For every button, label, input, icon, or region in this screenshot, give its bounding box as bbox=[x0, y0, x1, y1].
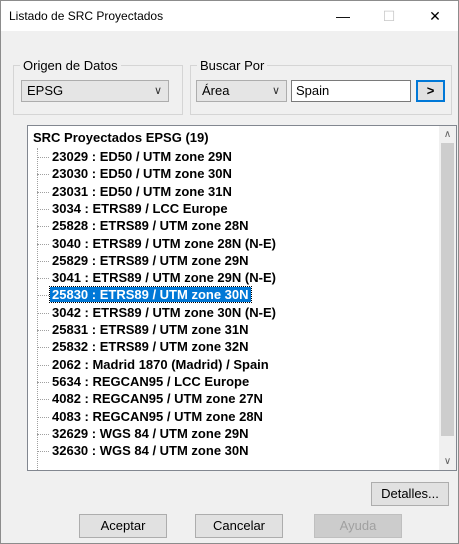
tree-item[interactable]: 3042 : ETRS89 / UTM zone 30N (N-E) bbox=[37, 304, 278, 321]
origen-select[interactable]: EPSG ∨ bbox=[21, 80, 169, 102]
tree-branch-line bbox=[37, 191, 49, 193]
tree-item[interactable]: 3034 : ETRS89 / LCC Europe bbox=[37, 200, 230, 217]
chevron-down-icon: ∨ bbox=[153, 85, 162, 97]
detalles-label: Detalles... bbox=[381, 486, 439, 501]
minimize-icon: — bbox=[336, 8, 350, 24]
search-input[interactable]: Spain bbox=[291, 80, 411, 102]
buscar-legend: Buscar Por bbox=[197, 58, 268, 73]
search-button-label: > bbox=[426, 83, 435, 98]
tree-item[interactable]: 32630 : WGS 84 / UTM zone 30N bbox=[37, 442, 251, 459]
tree-branch-line bbox=[37, 416, 49, 418]
tree-item-label: 25832 : ETRS89 / UTM zone 32N bbox=[52, 339, 249, 355]
tree-branch-line bbox=[37, 381, 49, 383]
tree-item-label: 4082 : REGCAN95 / UTM zone 27N bbox=[52, 391, 263, 407]
tree-branch-line bbox=[37, 208, 49, 210]
tree-item[interactable]: 5634 : REGCAN95 / LCC Europe bbox=[37, 373, 251, 390]
aceptar-button[interactable]: Aceptar bbox=[79, 514, 167, 538]
tree-branch-line bbox=[37, 157, 49, 159]
tree-root-label: SRC Proyectados EPSG (19) bbox=[33, 130, 209, 145]
tree-branch-line bbox=[37, 243, 49, 245]
tree-item[interactable]: 23031 : ED50 / UTM zone 31N bbox=[37, 183, 234, 200]
tree-branch-line bbox=[37, 226, 49, 228]
tree-item-label: 25829 : ETRS89 / UTM zone 29N bbox=[52, 252, 249, 268]
ayuda-label: Ayuda bbox=[339, 518, 377, 533]
buscar-field-select[interactable]: Área ∨ bbox=[196, 80, 287, 102]
origen-select-value: EPSG bbox=[27, 83, 64, 98]
close-icon: ✕ bbox=[429, 7, 441, 24]
search-input-value: Spain bbox=[296, 83, 330, 98]
tree-item[interactable]: 25832 : ETRS89 / UTM zone 32N bbox=[37, 338, 251, 355]
title-bar: Listado de SRC Proyectados — ☐ ✕ bbox=[1, 1, 458, 31]
window-title: Listado de SRC Proyectados bbox=[9, 9, 164, 23]
detalles-button[interactable]: Detalles... bbox=[371, 482, 449, 506]
dialog-window: Listado de SRC Proyectados — ☐ ✕ Origen … bbox=[0, 0, 459, 544]
chevron-down-icon: ∨ bbox=[271, 85, 280, 97]
tree-item[interactable]: 2062 : Madrid 1870 (Madrid) / Spain bbox=[37, 356, 271, 373]
tree-branch-line bbox=[37, 330, 49, 332]
cancelar-label: Cancelar bbox=[212, 518, 266, 533]
ayuda-button[interactable]: Ayuda bbox=[314, 514, 402, 538]
tree-item-label: 25830 : ETRS89 / UTM zone 30N bbox=[49, 286, 252, 304]
tree-item-label: 23031 : ED50 / UTM zone 31N bbox=[52, 183, 232, 199]
tree-item-label: 25831 : ETRS89 / UTM zone 31N bbox=[52, 322, 249, 337]
tree-item[interactable]: 4082 : REGCAN95 / UTM zone 27N bbox=[37, 390, 265, 407]
src-tree[interactable]: SRC Proyectados EPSG (19) 23029 : ED50 /… bbox=[27, 125, 457, 471]
tree-item-label: 3034 : ETRS89 / LCC Europe bbox=[52, 200, 228, 216]
tree-branch-line bbox=[37, 364, 49, 366]
cancelar-button[interactable]: Cancelar bbox=[195, 514, 283, 538]
scrollbar-thumb[interactable] bbox=[441, 143, 454, 436]
tree-item[interactable]: 25831 : ETRS89 / UTM zone 31N bbox=[37, 321, 251, 338]
tree-item[interactable]: 32629 : WGS 84 / UTM zone 29N bbox=[37, 425, 251, 442]
maximize-button[interactable]: ☐ bbox=[366, 1, 412, 31]
tree-item-label: 4083 : REGCAN95 / UTM zone 28N bbox=[52, 408, 263, 424]
minimize-button[interactable]: — bbox=[320, 1, 366, 31]
tree-item-label: 3040 : ETRS89 / UTM zone 28N (N-E) bbox=[52, 235, 276, 251]
search-button[interactable]: > bbox=[416, 80, 445, 102]
tree-item-label: 32630 : WGS 84 / UTM zone 30N bbox=[52, 443, 249, 459]
tree-branch-line bbox=[37, 312, 49, 314]
tree-branch-line bbox=[37, 451, 49, 453]
tree-item[interactable]: 3040 : ETRS89 / UTM zone 28N (N-E) bbox=[37, 235, 278, 252]
tree-item[interactable]: 23030 : ED50 / UTM zone 30N bbox=[37, 165, 234, 182]
tree-branch-line bbox=[37, 260, 49, 262]
tree-root[interactable]: SRC Proyectados EPSG (19) bbox=[33, 130, 209, 145]
tree-item[interactable]: 25829 : ETRS89 / UTM zone 29N bbox=[37, 252, 251, 269]
tree-branch-line bbox=[37, 347, 49, 349]
tree-branch-line bbox=[37, 433, 49, 435]
tree-branch-line bbox=[37, 174, 49, 176]
tree-item-label: 3041 : ETRS89 / UTM zone 29N (N-E) bbox=[52, 270, 276, 286]
tree-item[interactable]: 25828 : ETRS89 / UTM zone 28N bbox=[37, 217, 251, 234]
tree-item-label: 23030 : ED50 / UTM zone 30N bbox=[52, 166, 232, 182]
tree-item-label: 32629 : WGS 84 / UTM zone 29N bbox=[52, 425, 249, 441]
tree-item[interactable]: 4083 : REGCAN95 / UTM zone 28N bbox=[37, 408, 265, 425]
tree-item-label: 25828 : ETRS89 / UTM zone 28N bbox=[52, 218, 249, 234]
aceptar-label: Aceptar bbox=[100, 518, 146, 533]
close-button[interactable]: ✕ bbox=[412, 1, 458, 31]
tree-branch-line bbox=[37, 295, 49, 297]
maximize-icon: ☐ bbox=[382, 7, 396, 24]
tree-item[interactable]: 23029 : ED50 / UTM zone 29N bbox=[37, 148, 234, 165]
tree-item[interactable]: 3041 : ETRS89 / UTM zone 29N (N-E) bbox=[37, 269, 278, 286]
tree-item-label: 3042 : ETRS89 / UTM zone 30N (N-E) bbox=[52, 304, 276, 320]
tree-branch-line bbox=[37, 399, 49, 401]
tree-branch-line bbox=[37, 278, 49, 280]
tree-item-selected[interactable]: 25830 : ETRS89 / UTM zone 30N bbox=[37, 286, 252, 304]
scroll-down-icon[interactable]: ∨ bbox=[439, 453, 456, 470]
tree-item-label: 23029 : ED50 / UTM zone 29N bbox=[52, 149, 232, 164]
tree-item-label: 5634 : REGCAN95 / LCC Europe bbox=[52, 373, 250, 389]
vertical-scrollbar[interactable]: ∧ ∨ bbox=[439, 126, 456, 470]
origen-legend: Origen de Datos bbox=[20, 58, 121, 73]
scroll-up-icon[interactable]: ∧ bbox=[439, 126, 456, 143]
tree-item-label: 2062 : Madrid 1870 (Madrid) / Spain bbox=[52, 356, 269, 372]
buscar-field-value: Área bbox=[202, 83, 230, 98]
